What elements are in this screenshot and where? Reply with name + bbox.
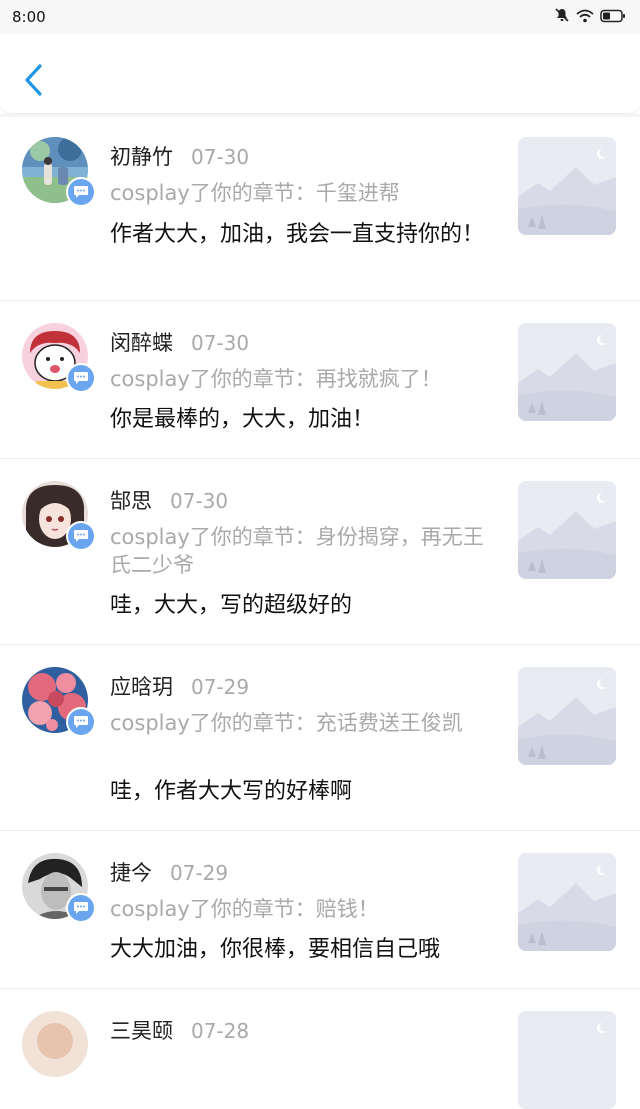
user-name[interactable]: 郜思 (110, 485, 152, 515)
comment-date: 07-30 (191, 145, 250, 169)
avatar[interactable] (22, 853, 96, 923)
placeholder-image-icon (518, 137, 616, 235)
placeholder-image-icon (518, 481, 616, 579)
header-bar (0, 34, 640, 114)
chapter-thumbnail[interactable] (518, 853, 616, 951)
comment-text: 大大加油，你很棒，要相信自己哦 (110, 937, 441, 962)
comment-badge-icon (66, 521, 96, 551)
chapter-reference[interactable]: cosplay了你的章节：千玺进帮 (110, 179, 490, 207)
avatar[interactable] (22, 1011, 88, 1077)
comment-date: 07-30 (170, 489, 229, 513)
status-time: 8:00 (12, 8, 46, 26)
user-name[interactable]: 应晗玥 (110, 671, 173, 701)
list-item[interactable]: 初静竹 07-30 cosplay了你的章节：千玺进帮 作者大大，加油，我会一直… (0, 117, 640, 301)
status-icons (554, 7, 626, 27)
back-button[interactable] (18, 60, 52, 100)
user-name[interactable]: 闵醉蝶 (110, 327, 173, 357)
placeholder-image-icon (518, 667, 616, 765)
comment-badge-icon (66, 363, 96, 393)
comment-text: 哇，作者大大写的好棒啊 (110, 779, 353, 804)
comment-date: 07-28 (191, 1019, 250, 1043)
comment-date: 07-29 (191, 675, 250, 699)
status-bar: 8:00 (0, 0, 640, 34)
list-item[interactable]: 捷今 07-29 cosplay了你的章节：赔钱！ 大大加油，你很棒，要相信自己… (0, 831, 640, 989)
comment-text: 哇，大大，写的超级好的 (110, 593, 353, 618)
comment-badge-icon (66, 177, 96, 207)
avatar[interactable] (22, 667, 96, 737)
list-item[interactable]: 郜思 07-30 cosplay了你的章节：身份揭穿，再无王氏二少爷 哇，大大，… (0, 459, 640, 645)
comment-date: 07-29 (170, 861, 229, 885)
user-name[interactable]: 三昊颐 (110, 1015, 173, 1045)
comment-text: 作者大大，加油，我会一直支持你的！ (110, 222, 485, 247)
avatar[interactable] (22, 323, 96, 393)
chapter-thumbnail[interactable] (518, 137, 616, 235)
placeholder-image-icon (518, 1011, 616, 1109)
chapter-reference[interactable]: cosplay了你的章节：赔钱！ (110, 895, 490, 923)
chapter-thumbnail[interactable] (518, 1011, 616, 1109)
chapter-thumbnail[interactable] (518, 323, 616, 421)
comment-badge-icon (66, 893, 96, 923)
battery-icon (600, 8, 626, 27)
chapter-reference[interactable]: cosplay了你的章节：充话费送王俊凯 (110, 709, 490, 737)
list-item[interactable]: 三昊颐 07-28 (0, 989, 640, 1109)
comment-date: 07-30 (191, 331, 250, 355)
avatar[interactable] (22, 137, 96, 207)
list-item[interactable]: 应晗玥 07-29 cosplay了你的章节：充话费送王俊凯 哇，作者大大写的好… (0, 645, 640, 831)
chevron-left-icon (25, 64, 42, 96)
chapter-thumbnail[interactable] (518, 481, 616, 579)
chapter-thumbnail[interactable] (518, 667, 616, 765)
comment-badge-icon (66, 707, 96, 737)
chapter-reference[interactable]: cosplay了你的章节：身份揭穿，再无王氏二少爷 (110, 523, 490, 579)
placeholder-image-icon (518, 323, 616, 421)
avatar[interactable] (22, 481, 96, 551)
list-item[interactable]: 闵醉蝶 07-30 cosplay了你的章节：再找就疯了！ 你是最棒的，大大，加… (0, 301, 640, 459)
user-name[interactable]: 捷今 (110, 857, 152, 887)
message-list: 初静竹 07-30 cosplay了你的章节：千玺进帮 作者大大，加油，我会一直… (0, 117, 640, 1109)
wifi-icon (576, 8, 594, 27)
chapter-reference[interactable]: cosplay了你的章节：再找就疯了！ (110, 365, 490, 393)
comment-text: 你是最棒的，大大，加油！ (110, 407, 375, 432)
placeholder-image-icon (518, 853, 616, 951)
mute-icon (554, 7, 570, 27)
user-name[interactable]: 初静竹 (110, 141, 173, 171)
